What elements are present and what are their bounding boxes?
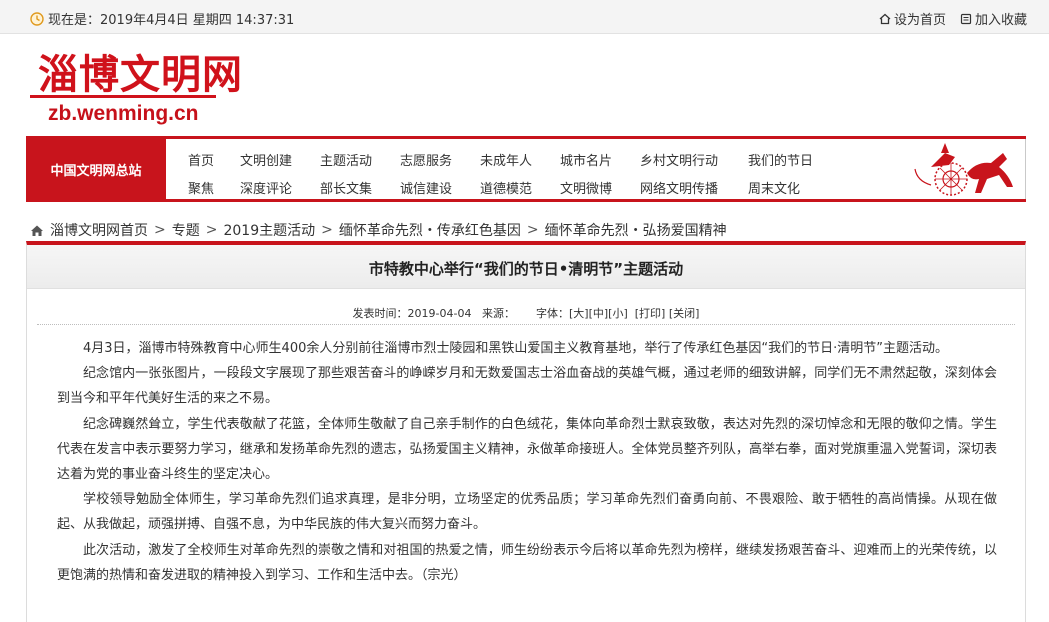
nav-item-row2-2[interactable]: 部长文集 bbox=[320, 178, 372, 197]
source-label: 来源： bbox=[481, 307, 515, 320]
article-body: 4月3日，淄博市特殊教育中心师生400余人分别前往淄博市烈士陵园和黑铁山爱国主义… bbox=[57, 336, 997, 588]
article-title-bar: 市特教中心举行“我们的节日•清明节”主题活动 bbox=[27, 245, 1025, 289]
font-large-link[interactable]: [大] bbox=[569, 307, 589, 320]
top-bar: 现在是：2019年4月4日 星期四 14:37:31 设为首页 加入收藏 bbox=[0, 0, 1049, 34]
logo-domain: zb.wenming.cn bbox=[48, 102, 199, 125]
home-icon bbox=[879, 13, 891, 24]
current-date: 现在是：2019年4月4日 星期四 14:37:31 bbox=[30, 9, 294, 28]
add-favorite-link[interactable]: 加入收藏 bbox=[960, 9, 1027, 28]
nav-item-row1-1[interactable]: 文明创建 bbox=[240, 150, 292, 169]
nav-item-row1-7[interactable]: 我们的节日 bbox=[748, 150, 813, 169]
breadcrumb-separator: > bbox=[526, 222, 539, 238]
logo-chinese: 淄博文明网 bbox=[38, 51, 243, 98]
set-home-link[interactable]: 设为首页 bbox=[879, 9, 946, 28]
article-title: 市特教中心举行“我们的节日•清明节”主题活动 bbox=[368, 260, 684, 278]
breadcrumb-item[interactable]: 专题 bbox=[172, 220, 200, 240]
nav-site-link[interactable]: 中国文明网总站 bbox=[26, 136, 166, 202]
article-paragraph: 纪念碑巍然耸立，学生代表敬献了花篮，全体师生敬献了自己亲手制作的白色绒花，集体向… bbox=[57, 416, 997, 483]
article-paragraph: 纪念馆内一张张图片，一段段文字展现了那些艰苦奋斗的峥嵘岁月和无数爱国志士浴血奋战… bbox=[57, 366, 997, 407]
home-icon bbox=[31, 225, 43, 236]
font-size-label: 字体： bbox=[535, 307, 569, 320]
font-small-link[interactable]: [小] bbox=[608, 307, 628, 320]
breadcrumb-item[interactable]: 缅怀革命先烈・传承红色基因 bbox=[339, 220, 521, 240]
nav-item-row2-1[interactable]: 深度评论 bbox=[240, 178, 292, 197]
set-home-label: 设为首页 bbox=[893, 13, 946, 28]
article-paragraph: 学校领导勉励全体师生，学习革命先烈们追求真理，是非分明，立场坚定的优秀品质；学习… bbox=[57, 492, 997, 533]
logo-divider bbox=[30, 95, 216, 98]
print-link[interactable]: [打印] bbox=[635, 307, 666, 320]
nav-item-row2-0[interactable]: 聚焦 bbox=[188, 178, 214, 197]
publish-date: 2019-04-04 bbox=[407, 307, 472, 320]
font-medium-link[interactable]: [中] bbox=[589, 307, 609, 320]
nav-item-row2-7[interactable]: 周末文化 bbox=[748, 178, 800, 197]
article-paragraph: 此次活动，激发了全校师生对革命先烈的崇敬之情和对祖国的热爱之情，师生纷纷表示今后… bbox=[57, 542, 997, 583]
nav-top-border bbox=[26, 136, 1026, 139]
current-date-text: 现在是：2019年4月4日 星期四 14:37:31 bbox=[48, 13, 295, 28]
nav-item-row1-3[interactable]: 志愿服务 bbox=[400, 150, 452, 169]
breadcrumb-item[interactable]: 淄博文明网首页 bbox=[50, 220, 148, 240]
nav-item-row2-3[interactable]: 诚信建设 bbox=[400, 178, 452, 197]
nav-item-row1-2[interactable]: 主题活动 bbox=[320, 150, 372, 169]
article-paragraph: 4月3日，淄博市特殊教育中心师生400余人分别前往淄博市烈士陵园和黑铁山爱国主义… bbox=[83, 341, 948, 356]
publish-label: 发表时间： bbox=[352, 307, 408, 320]
breadcrumb-separator: > bbox=[205, 222, 218, 238]
meta-divider bbox=[37, 324, 1015, 325]
nav-item-row2-4[interactable]: 道德模范 bbox=[480, 178, 532, 197]
close-link[interactable]: [关闭] bbox=[669, 307, 700, 320]
article-meta: 发表时间：2019-04-04 来源： 字体：[大][中][小] [打印] [关… bbox=[27, 305, 1025, 321]
nav-item-row1-0[interactable]: 首页 bbox=[188, 150, 214, 169]
nav-item-row2-5[interactable]: 文明微博 bbox=[560, 178, 612, 197]
chariot-emblem bbox=[914, 143, 1013, 196]
top-links: 设为首页 加入收藏 bbox=[879, 9, 1027, 28]
breadcrumb-separator: > bbox=[321, 222, 333, 238]
breadcrumb-item[interactable]: 缅怀革命先烈・弘扬爱国精神 bbox=[545, 220, 727, 240]
nav-item-row1-6[interactable]: 乡村文明行动 bbox=[640, 150, 718, 169]
nav-item-row1-5[interactable]: 城市名片 bbox=[560, 150, 612, 169]
clock-icon bbox=[30, 11, 44, 26]
nav-item-row1-4[interactable]: 未成年人 bbox=[480, 150, 532, 169]
article: 市特教中心举行“我们的节日•清明节”主题活动 发表时间：2019-04-04 来… bbox=[26, 241, 1026, 622]
add-favorite-label: 加入收藏 bbox=[974, 13, 1027, 28]
breadcrumb: 淄博文明网首页 > 专题 >2019主题活动 > 缅怀革命先烈・传承红色基因 > 缅怀革命先烈… bbox=[30, 220, 727, 240]
site-logo[interactable]: 淄博文明网 zb.wenming.cn bbox=[30, 40, 242, 130]
breadcrumb-separator: > bbox=[154, 222, 166, 238]
nav-bottom-border bbox=[26, 199, 1026, 202]
nav-item-row2-6[interactable]: 网络文明传播 bbox=[640, 178, 718, 197]
main-nav: 中国文明网总站 首页 文明创建 主题活动 志愿服务 未成年人 城市名片 乡村文明行动 我们的节… bbox=[26, 136, 1026, 202]
breadcrumb-item[interactable]: 2019主题活动 bbox=[223, 220, 315, 240]
bookmark-icon bbox=[960, 13, 972, 24]
